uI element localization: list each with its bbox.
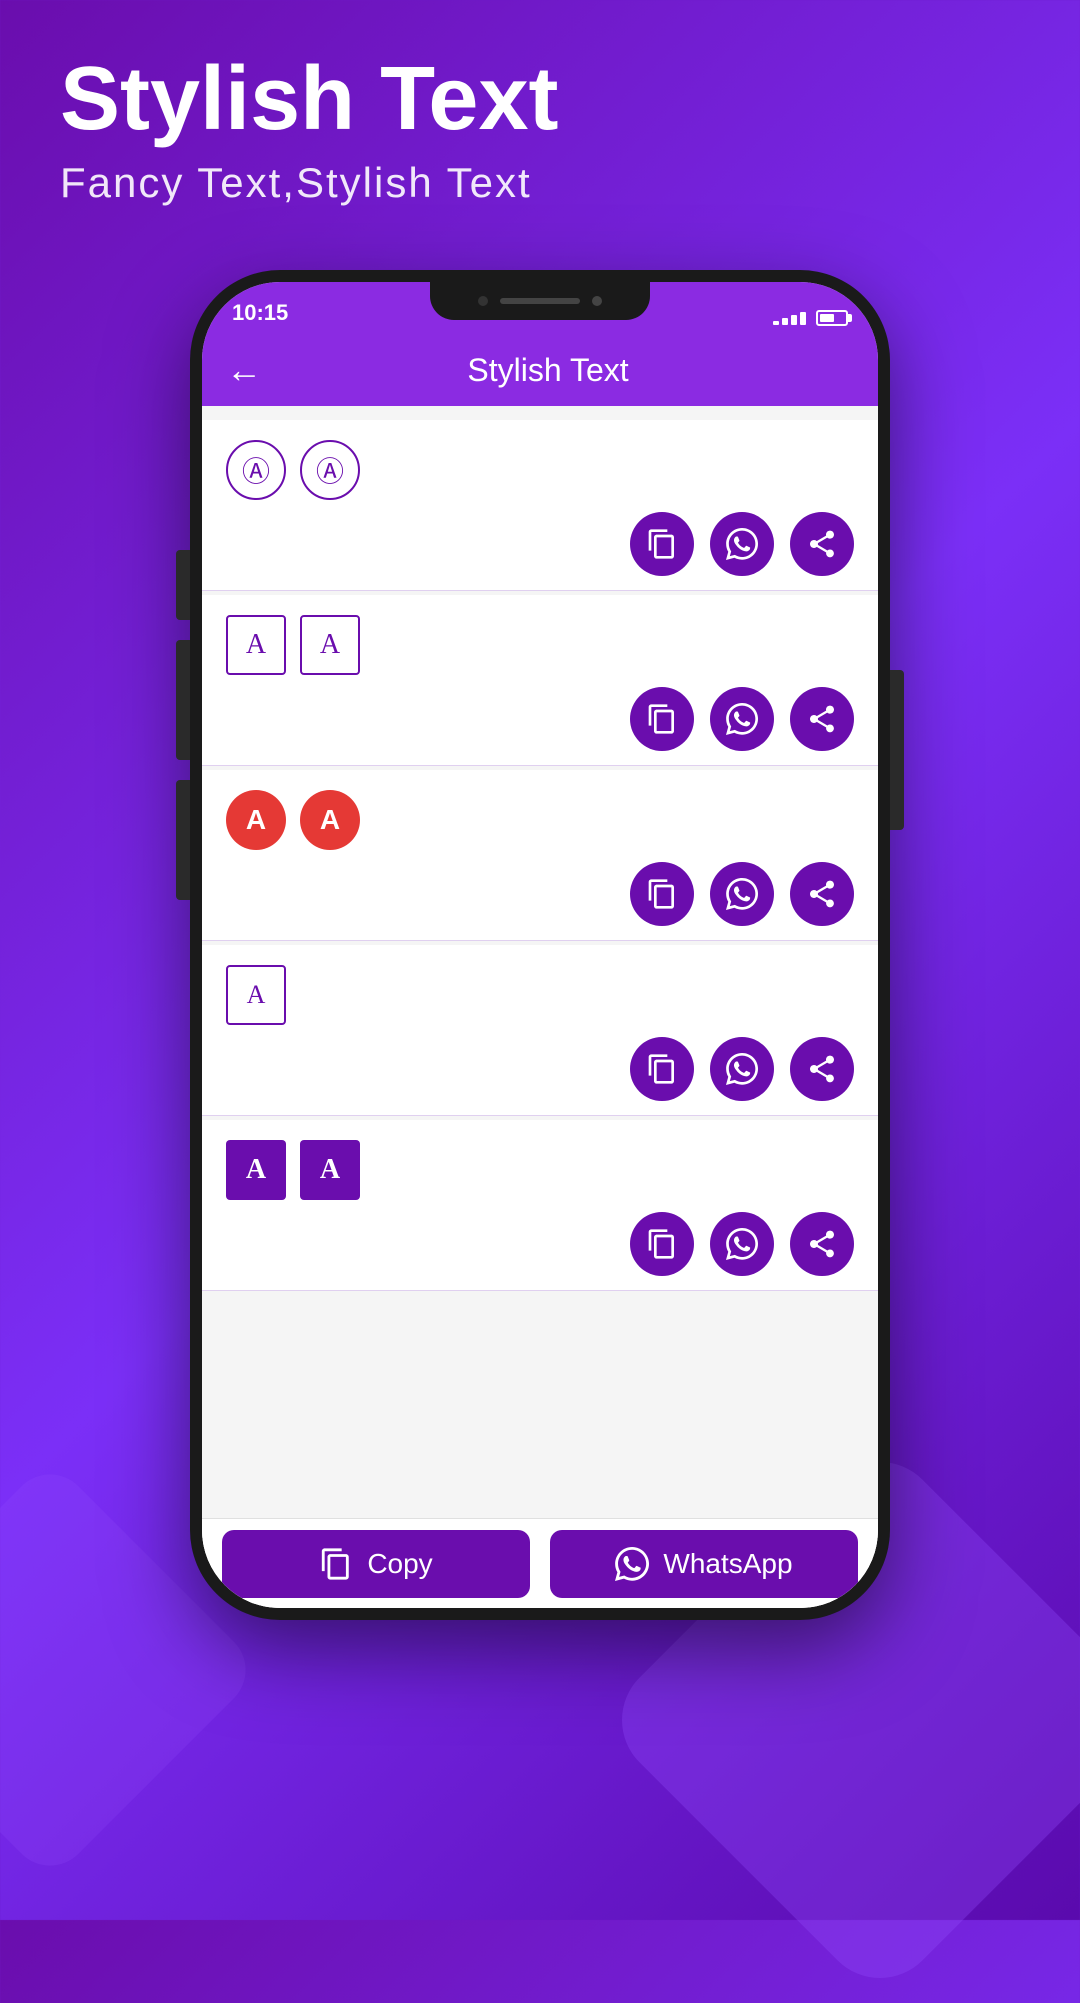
side-button-power <box>890 670 904 830</box>
copy-icon-5 <box>646 1228 678 1260</box>
phone-screen: 10:15 ← <box>202 282 878 1608</box>
share-btn-1[interactable] <box>790 512 854 576</box>
style-row-1: Ⓐ Ⓐ <box>202 420 878 591</box>
whatsapp-bottom-btn[interactable]: WhatsApp <box>550 1530 858 1598</box>
letter-display-4a: A <box>226 965 286 1025</box>
whatsapp-bottom-label: WhatsApp <box>663 1548 792 1580</box>
whatsapp-btn-4[interactable] <box>710 1037 774 1101</box>
copy-icon-1 <box>646 528 678 560</box>
whatsapp-btn-5[interactable] <box>710 1212 774 1276</box>
style-text-row-2: A A <box>226 615 854 675</box>
side-button-mute <box>176 550 190 620</box>
share-btn-3[interactable] <box>790 862 854 926</box>
side-button-vol-down <box>176 780 190 900</box>
signal-bar-2 <box>782 318 788 325</box>
bottom-bar: Copy WhatsApp <box>202 1518 878 1608</box>
action-row-3 <box>226 862 854 926</box>
notch-camera <box>592 296 602 306</box>
letter-display-3b: A <box>300 790 360 850</box>
phone-notch <box>430 282 650 320</box>
copy-btn-1[interactable] <box>630 512 694 576</box>
whatsapp-icon-3 <box>726 878 758 910</box>
content-area: Ⓐ Ⓐ <box>202 406 878 1608</box>
letter-display-5a: A <box>226 1140 286 1200</box>
back-button[interactable]: ← <box>226 349 262 391</box>
letter-display-5b: A <box>300 1140 360 1200</box>
action-row-4 <box>226 1037 854 1101</box>
status-time: 10:15 <box>232 300 288 326</box>
style-row-4: A <box>202 945 878 1116</box>
style-text-row-1: Ⓐ Ⓐ <box>226 440 854 500</box>
style-text-row-4: A <box>226 965 854 1025</box>
whatsapp-icon-1 <box>726 528 758 560</box>
signal-bar-1 <box>773 321 779 325</box>
whatsapp-bottom-icon <box>615 1547 649 1581</box>
whatsapp-btn-2[interactable] <box>710 687 774 751</box>
whatsapp-icon-4 <box>726 1053 758 1085</box>
phone-mockup: 10:15 ← <box>190 270 890 1620</box>
share-icon-1 <box>806 528 838 560</box>
style-text-row-5: A A <box>226 1140 854 1200</box>
share-btn-4[interactable] <box>790 1037 854 1101</box>
letter-display-2a: A <box>226 615 286 675</box>
app-header-area: Stylish Text Fancy Text,Stylish Text <box>60 50 558 207</box>
copy-btn-5[interactable] <box>630 1212 694 1276</box>
app-bar-title: Stylish Text <box>282 352 814 389</box>
share-btn-5[interactable] <box>790 1212 854 1276</box>
letter-display-2b: A <box>300 615 360 675</box>
signal-bar-3 <box>791 315 797 325</box>
share-icon-2 <box>806 703 838 735</box>
copy-btn-2[interactable] <box>630 687 694 751</box>
app-subtitle: Fancy Text,Stylish Text <box>60 159 558 207</box>
action-row-1 <box>226 512 854 576</box>
status-icons <box>773 310 848 326</box>
copy-btn-3[interactable] <box>630 862 694 926</box>
whatsapp-icon-5 <box>726 1228 758 1260</box>
share-btn-2[interactable] <box>790 687 854 751</box>
letter-display-1a: Ⓐ <box>226 440 286 500</box>
style-row-3: A A <box>202 770 878 941</box>
phone-outer: 10:15 ← <box>190 270 890 1620</box>
letter-display-1b: Ⓐ <box>300 440 360 500</box>
notch-speaker <box>478 296 488 306</box>
copy-icon-3 <box>646 878 678 910</box>
style-text-row-3: A A <box>226 790 854 850</box>
copy-bottom-icon <box>319 1547 353 1581</box>
copy-icon-4 <box>646 1053 678 1085</box>
notch-bar <box>500 298 580 304</box>
copy-bottom-btn[interactable]: Copy <box>222 1530 530 1598</box>
share-icon-5 <box>806 1228 838 1260</box>
copy-bottom-label: Copy <box>367 1548 432 1580</box>
copy-btn-4[interactable] <box>630 1037 694 1101</box>
letter-display-3a: A <box>226 790 286 850</box>
battery-icon <box>816 310 848 326</box>
side-button-vol-up <box>176 640 190 760</box>
action-row-5 <box>226 1212 854 1276</box>
style-row-5: A A <box>202 1120 878 1291</box>
signal-bars <box>773 312 806 325</box>
whatsapp-btn-1[interactable] <box>710 512 774 576</box>
app-bar: ← Stylish Text <box>202 334 878 406</box>
action-row-2 <box>226 687 854 751</box>
app-title: Stylish Text <box>60 50 558 149</box>
phone-content: 10:15 ← <box>202 282 878 1608</box>
copy-icon-2 <box>646 703 678 735</box>
signal-bar-4 <box>800 312 806 325</box>
style-row-2: A A <box>202 595 878 766</box>
share-icon-4 <box>806 1053 838 1085</box>
whatsapp-icon-2 <box>726 703 758 735</box>
battery-fill <box>820 314 834 322</box>
whatsapp-btn-3[interactable] <box>710 862 774 926</box>
share-icon-3 <box>806 878 838 910</box>
